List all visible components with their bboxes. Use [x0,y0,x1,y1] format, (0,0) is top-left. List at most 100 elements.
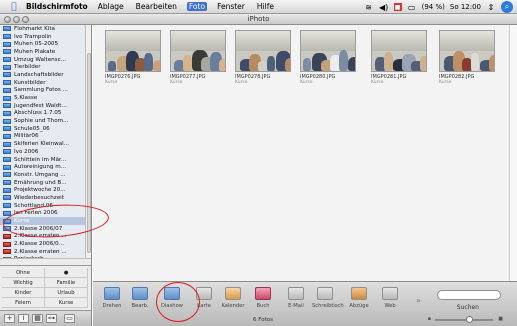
sidebar-item[interactable]: Sammlung Fotos ... [0,87,86,95]
menu-fenster[interactable]: Fenster [215,2,247,11]
sidebar-item[interactable]: Schottland 06 [0,202,86,210]
sidebar-bottom-bar: + i ▦ ⊶ ▭ [0,310,92,326]
sidebar-item[interactable]: Muhen 05-2005 [0,40,86,48]
sidebar-item[interactable]: Flohmarkt Kita [0,25,86,33]
photo-thumbnail[interactable]: IMGP0276.JPG Kurse [105,30,161,85]
sidebar-item[interactable]: Ivo 2006 [0,148,86,156]
photo-image[interactable] [105,30,161,72]
album-icon [3,164,11,170]
sidebar-item[interactable]: Landschaftsbilder [0,71,86,79]
search-input[interactable] [437,290,501,300]
menu-hilfe[interactable]: Hilfe [255,2,276,11]
sidebar-item-label: Landschaftsbilder [14,71,64,78]
keyword-button[interactable]: Kurse [45,298,88,307]
keyword-button[interactable]: Familie [45,278,88,287]
album-icon [3,103,11,109]
flag-icon[interactable]: ■ [393,3,402,11]
sidebar-item[interactable]: Autoreinigung m... [0,163,86,171]
sidebar-item[interactable]: Kunstbilder [0,79,86,87]
sidebar-scroll-thumb[interactable] [87,53,91,253]
sidebar-item[interactable]: Schlittein im Mär... [0,156,86,164]
tool-desktop-button[interactable]: Schreibtisch [312,287,344,309]
sidebar-item[interactable]: Ernährung und B... [0,179,86,187]
tool-calendar-button[interactable]: Kalender [220,287,246,309]
menu-foto[interactable]: Foto [186,2,208,11]
sidebar-item[interactable]: Kurse [0,217,86,225]
keyword-button[interactable]: Kinder [2,288,45,297]
sidebar-item[interactable]: Ivo Trampolin [0,33,86,41]
photo-image[interactable] [371,30,427,72]
info-button[interactable]: i [18,314,29,323]
photo-image[interactable] [235,30,291,72]
sidebar-scrollbar[interactable] [85,25,91,265]
zoom-slider-knob[interactable] [466,316,474,323]
volume-icon[interactable]: ◀) [379,2,389,12]
photo-image[interactable] [170,30,226,72]
zoom-slider[interactable] [435,316,493,323]
sidebar-item[interactable]: 2.Klasse 2006/0... [0,240,86,248]
menu-ablage[interactable]: Ablage [96,2,126,11]
tool-web-button[interactable]: Web [377,287,403,309]
keyword-button[interactable]: Ohne [2,268,45,277]
album-icon [3,149,11,155]
keyword-button[interactable]: Feiern [2,298,45,307]
sidebar-item[interactable]: 2.Klasse erraten ... [0,248,86,256]
photo-scrollbar[interactable] [509,25,517,281]
tool-print-button[interactable]: Abzüge [346,287,372,309]
menubar-clock[interactable]: So 12:00 [450,3,481,11]
sidebar-item[interactable]: 2.Klasse 2006/07 [0,225,86,233]
tool-label: Diashow [160,303,184,309]
sidebar-item[interactable]: Sophie und Thom... [0,117,86,125]
photo-image[interactable] [300,30,356,72]
album-icon [3,34,11,40]
keyword-button[interactable]: Wichtig [2,278,45,287]
sidebar-item[interactable]: Jugendfest Waldt... [0,102,86,110]
photo-thumbnail[interactable]: IMGP0278.JPG Kurse [235,30,291,85]
spotlight-icon[interactable]: ⌕ [501,1,513,13]
calendar-button[interactable]: ▦ [32,314,43,323]
tool-slideshow-button[interactable]: Diashow [159,287,185,309]
tool-rotate-button[interactable]: Drehen [99,287,125,309]
sidebar-item[interactable]: 5.Klasse [0,94,86,102]
fullscreen-button[interactable]: ▭ [64,314,75,323]
sidebar-item[interactable]: Tierbilder [0,63,86,71]
photo-thumbnail[interactable]: IMGP0281.JPG Kurse [371,30,427,85]
battery-icon[interactable]: ▭ [407,2,417,12]
album-icon [3,80,11,86]
tool-map-button[interactable]: Karte [191,287,217,309]
photo-thumbnail[interactable]: IMGP0282.JPG Kurse [439,30,495,85]
sidebar-item[interactable]: Umzug Waltensc... [0,56,86,64]
sidebar-item[interactable]: 2.Klasse erraten ... [0,233,86,241]
menu-bearbeiten[interactable]: Bearbeiten [134,2,179,11]
sidebar-item[interactable]: Abschluss 1.7.05 [0,110,86,118]
tool-label: Drehen [102,303,122,309]
tool-email-button[interactable]: E-Mail [283,287,309,309]
add-album-button[interactable]: + [4,314,15,323]
tool-edit-button[interactable]: Bearb. [127,287,153,309]
sidebar-item-label: 2.Klasse erraten ... [14,233,67,240]
sidebar-item[interactable]: Konstr. Umgang ... [0,171,86,179]
sidebar-item[interactable]: Skiferien Kleinwal... [0,140,86,148]
sidebar-item[interactable]: Militär06 [0,133,86,141]
keyword-row: Ohne ● [2,268,88,278]
tool-book-button[interactable]: Buch [250,287,276,309]
sidebar-item[interactable]: Projektwoche 20... [0,186,86,194]
sidebar-item[interactable]: Muhen Plakate [0,48,86,56]
sidebar-item[interactable]: Jan Ferien 2006 [0,210,86,218]
keyword-button[interactable]: ● [45,268,88,277]
keyword-button[interactable]: Urlaub [45,288,88,297]
sidebar-item[interactable]: Schule05_06 [0,125,86,133]
sidebar-item[interactable]: Wiederbesuchzeit [0,194,86,202]
sidebar-horizontal-scrollbar[interactable] [0,258,91,265]
album-icon [3,226,11,232]
user-icon[interactable]: ⇕ [486,2,496,12]
apple-icon[interactable]:  [8,2,20,12]
photo-image[interactable] [439,30,495,72]
sidebar-item-label: Kunstbilder [14,79,46,86]
menu-app-name[interactable]: Bildschirmfoto [26,2,88,11]
photo-thumbnail[interactable]: IMGP0277.JPG Kurse [170,30,226,85]
photo-thumbnail[interactable]: IMGP0280.JPG Kurse [300,30,356,85]
more-tools-icon[interactable]: » [416,296,421,305]
wifi-icon[interactable]: ≋ [364,2,374,12]
keywords-button[interactable]: ⊶ [46,314,57,323]
